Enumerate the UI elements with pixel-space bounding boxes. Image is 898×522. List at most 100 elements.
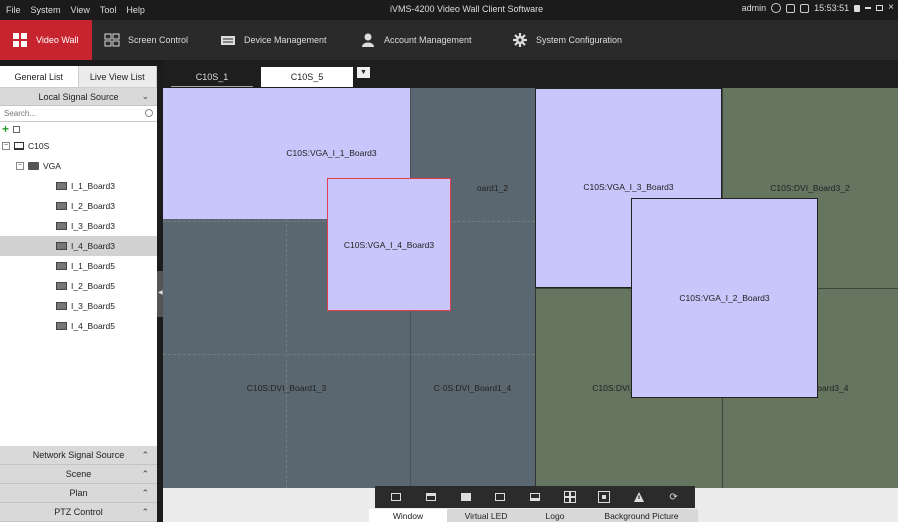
input-source-icon	[56, 222, 67, 230]
account-management-icon	[362, 33, 374, 47]
tree-item[interactable]: I_3_Board3	[0, 216, 157, 236]
menu-file[interactable]: File	[6, 5, 21, 15]
bottom-panel: ⟳ Window Virtual LED Logo Background Pic…	[163, 486, 898, 522]
menu-list: File System View Tool Help	[0, 5, 145, 15]
collapse-icon[interactable]: −	[2, 142, 10, 150]
window-vga-i4-board3-selected[interactable]: C10S:VGA_I_4_Board3	[327, 178, 451, 311]
tree-item-label: I_1_Board3	[71, 181, 115, 191]
chevron-up-icon: ⌃	[141, 450, 149, 460]
tree-item[interactable]: I_2_Board3	[0, 196, 157, 216]
tree-node-c10s[interactable]: − C10S	[2, 136, 49, 156]
wall-tabs: C10S_1 C10S_5 ▼	[163, 60, 898, 88]
search-icon[interactable]	[145, 109, 153, 117]
refresh-button[interactable]: ⟳	[666, 489, 682, 505]
screen-label: oard1_2	[476, 183, 509, 193]
split-window-button[interactable]	[527, 489, 543, 505]
window-label: C10S:VGA_I_4_Board3	[343, 239, 435, 250]
chevron-up-icon: ⌃	[141, 488, 149, 498]
scene-header[interactable]: Scene ⌃	[0, 465, 157, 484]
full-screen-icon	[460, 493, 471, 501]
tab-wall-c10s-5[interactable]: C10S_5	[261, 67, 353, 87]
tree-item[interactable]: I_4_Board5	[0, 316, 157, 336]
signal-tree: − C10S − VGA I_1_Board3 I_2_Board3 I_3_B…	[0, 136, 157, 446]
section-label: Scene	[65, 469, 92, 479]
grid-layout-button[interactable]	[562, 489, 578, 505]
window-label: C10S:VGA_I_1_Board3	[286, 147, 377, 158]
tree-item[interactable]: I_2_Board5	[0, 276, 157, 296]
left-bottom-sections: Network Signal Source ⌃ Scene ⌃ Plan ⌃ P…	[0, 446, 157, 522]
module-bar: Video Wall Screen Control Device Managem…	[0, 20, 898, 60]
roam-window-button[interactable]	[423, 489, 439, 505]
input-source-icon	[56, 262, 67, 270]
search-input[interactable]	[4, 109, 134, 118]
plan-header[interactable]: Plan ⌃	[0, 484, 157, 503]
tree-item[interactable]: I_1_Board5	[0, 256, 157, 276]
tree-node-vga[interactable]: − VGA	[16, 156, 61, 176]
window-label: C10S:VGA_I_3_Board3	[583, 182, 674, 192]
tab-wall-c10s-1[interactable]: C10S_1	[171, 67, 253, 87]
ptz-control-header[interactable]: PTZ Control ⌃	[0, 503, 157, 522]
monitor-icon[interactable]	[786, 3, 796, 13]
tab-virtual-led[interactable]: Virtual LED	[447, 509, 525, 522]
video-wall-area: C10S_1 C10S_5 ▼ oard1_2 C10S:DVI_Board1_…	[163, 60, 898, 522]
screen-label: C10S:DVI_	[592, 383, 635, 393]
center-window-button[interactable]	[596, 489, 612, 505]
clock-time: 15:53:51	[814, 3, 850, 13]
tree-item-selected[interactable]: I_4_Board3	[0, 236, 157, 256]
keyboard-icon[interactable]	[800, 3, 810, 13]
tab-logo[interactable]: Logo	[525, 509, 585, 522]
module-screen-control[interactable]: Screen Control	[92, 20, 208, 60]
menu-tool[interactable]: Tool	[100, 5, 117, 15]
menu-system[interactable]: System	[31, 5, 61, 15]
screen-cell[interactable]: C·0S:DVI_Board1_4	[410, 288, 535, 488]
tree-item-label: I_3_Board3	[71, 221, 115, 231]
section-label: Plan	[69, 488, 88, 498]
window-vga-i2-board3[interactable]: C10S:VGA_I_2_Board3	[631, 198, 818, 398]
app-window: File System View Tool Help iVMS-4200 Vid…	[0, 0, 898, 522]
refresh-icon: ⟳	[669, 491, 678, 503]
network-signal-source-header[interactable]: Network Signal Source ⌃	[0, 446, 157, 465]
left-tabs: General List Live View List	[0, 66, 157, 88]
bottom-tabs: Window Virtual LED Logo Background Pictu…	[369, 509, 698, 522]
tree-item-label: I_4_Board3	[71, 241, 115, 251]
grid-view-icon[interactable]	[13, 125, 21, 133]
minimize-icon[interactable]	[865, 7, 872, 9]
input-source-icon	[56, 202, 67, 210]
tab-live-view-list[interactable]: Live View List	[79, 66, 157, 87]
open-window-button[interactable]	[388, 489, 404, 505]
module-system-configuration[interactable]: System Configuration	[500, 20, 650, 60]
tab-window[interactable]: Window	[369, 509, 447, 522]
module-account-management[interactable]: Account Management	[348, 20, 500, 60]
input-source-icon	[56, 282, 67, 290]
grid-layout-icon	[563, 491, 576, 503]
tab-general-list[interactable]: General List	[0, 66, 79, 87]
lock-icon[interactable]	[854, 4, 861, 12]
module-video-wall[interactable]: Video Wall	[0, 20, 92, 60]
tab-background-picture[interactable]: Background Picture	[585, 509, 698, 522]
collapse-icon[interactable]: −	[16, 162, 24, 170]
tree-item[interactable]: I_3_Board5	[0, 296, 157, 316]
add-icon[interactable]: +	[2, 123, 9, 135]
alert-button[interactable]	[631, 489, 647, 505]
tree-item-label: I_3_Board5	[71, 301, 115, 311]
window-toolbar: ⟳	[375, 486, 695, 508]
tree-item[interactable]: I_1_Board3	[0, 176, 157, 196]
window-label: C10S:VGA_I_2_Board3	[679, 293, 770, 303]
tree-node-label: C10S	[28, 141, 50, 151]
maximize-icon[interactable]	[876, 5, 884, 11]
menu-bar: File System View Tool Help iVMS-4200 Vid…	[0, 0, 898, 20]
video-wall-canvas[interactable]: oard1_2 C10S:DVI_Board1_3 C·0S:DVI_Board…	[163, 88, 898, 488]
local-signal-source-header[interactable]: Local Signal Source ⌄	[0, 88, 157, 106]
menu-help[interactable]: Help	[126, 5, 145, 15]
info-icon[interactable]	[771, 3, 782, 13]
menu-view[interactable]: View	[71, 5, 90, 15]
current-user[interactable]: admin	[742, 3, 767, 13]
chevron-up-icon: ⌃	[141, 469, 149, 479]
full-screen-button[interactable]	[458, 489, 474, 505]
window-layer-button[interactable]	[492, 489, 508, 505]
wall-dropdown-icon[interactable]: ▼	[357, 67, 370, 78]
screen-label: C10S:DVI_Board3_2	[770, 183, 850, 193]
close-icon[interactable]: ×	[888, 3, 894, 13]
tree-item-label: I_2_Board3	[71, 201, 115, 211]
module-device-management[interactable]: Device Management	[208, 20, 348, 60]
